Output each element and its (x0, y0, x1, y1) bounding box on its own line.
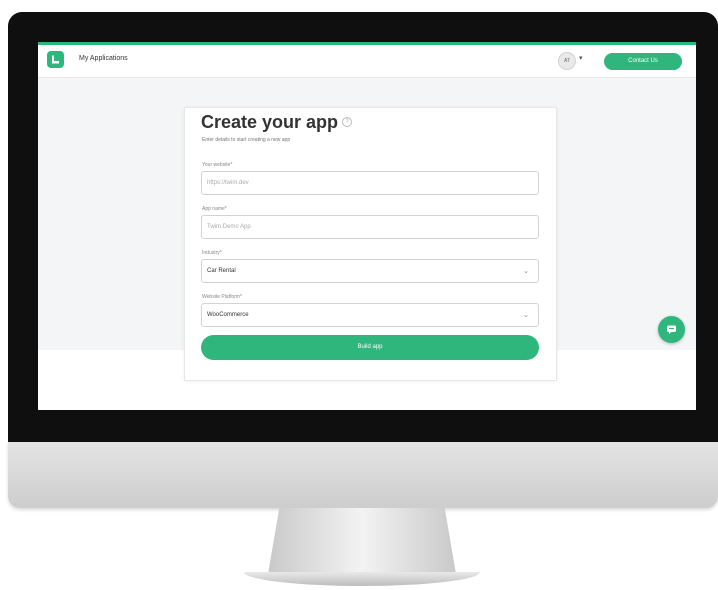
contact-us-button[interactable]: Contact Us (604, 53, 682, 70)
industry-select[interactable]: Car Rental ⌄ (201, 259, 539, 283)
industry-label: Industry* (202, 250, 222, 256)
build-app-button[interactable]: Build app (201, 335, 539, 360)
platform-select[interactable]: WooCommerce ⌄ (201, 303, 539, 327)
industry-value: Car Rental (207, 268, 236, 274)
app-header: My Applications AT ▾ Contact Us (38, 42, 696, 78)
page-title[interactable]: My Applications (79, 55, 128, 62)
info-icon[interactable]: ? (342, 117, 352, 127)
monitor-screen: My Applications AT ▾ Contact Us Create y… (38, 42, 696, 410)
phone-logo-icon[interactable] (47, 51, 64, 68)
monitor-stand-neck (268, 508, 456, 574)
platform-label: Website Platform* (202, 294, 242, 300)
app-name-label: App name* (202, 206, 227, 212)
app-name-placeholder: Twim Demo App (207, 224, 251, 230)
monitor-stand-base (244, 572, 480, 586)
create-app-card: Create your app ? Enter details to start… (184, 107, 557, 381)
app-name-input[interactable]: Twim Demo App (201, 215, 539, 239)
chat-icon (667, 325, 676, 334)
chevron-down-icon[interactable]: ▾ (579, 54, 583, 62)
monitor-chin (8, 442, 718, 508)
user-avatar[interactable]: AT (558, 52, 576, 70)
form-title: Create your app (201, 112, 339, 132)
chat-button[interactable] (658, 316, 685, 343)
form-subtitle: Enter details to start creating a new ap… (202, 137, 291, 143)
chevron-down-icon: ⌄ (523, 312, 529, 319)
website-label: Your website* (202, 162, 233, 168)
website-input[interactable]: https://twim.dev (201, 171, 539, 195)
website-placeholder: https://twim.dev (207, 180, 249, 186)
platform-value: WooCommerce (207, 312, 249, 318)
chevron-down-icon: ⌄ (523, 268, 529, 275)
